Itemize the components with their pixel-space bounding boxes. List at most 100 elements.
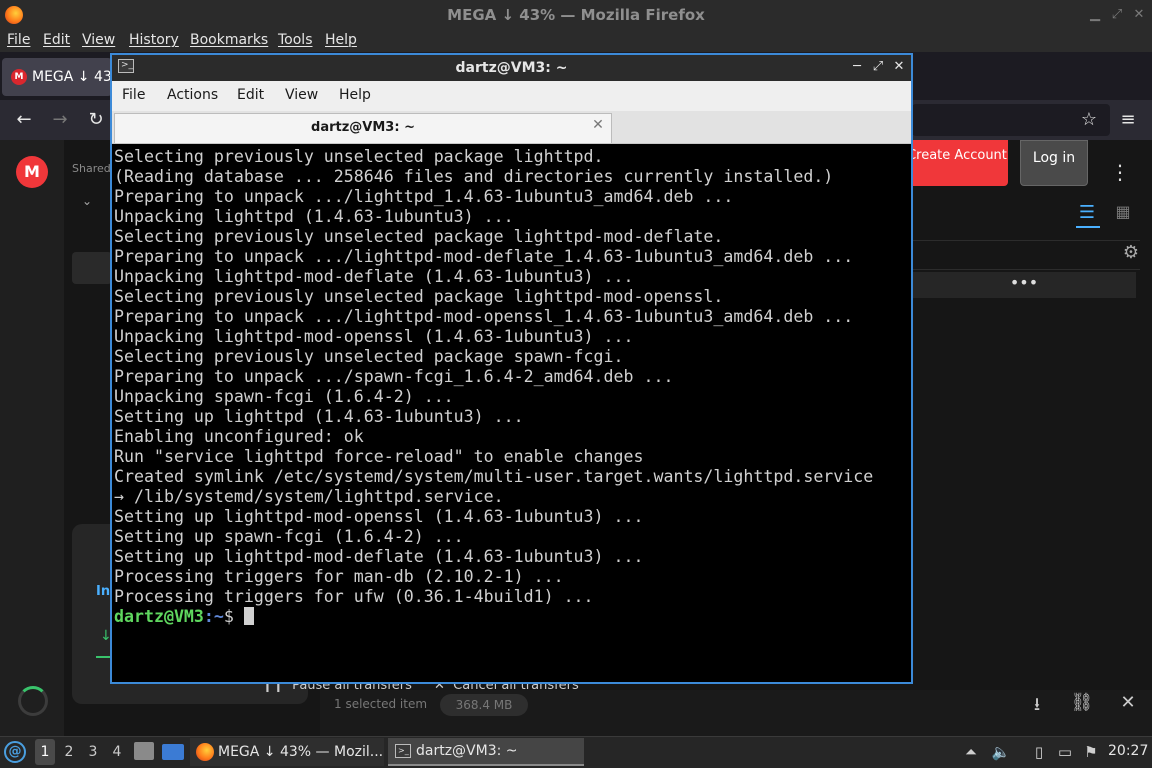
menu-file[interactable]: File bbox=[7, 32, 30, 48]
terminal-output[interactable]: Selecting previously unselected package … bbox=[112, 144, 911, 682]
selected-size-badge: 368.4 MB bbox=[440, 694, 528, 716]
login-button[interactable]: Log in bbox=[1020, 140, 1088, 186]
volume-icon[interactable]: 🔈 bbox=[990, 742, 1012, 762]
mega-sidebar-item[interactable] bbox=[72, 252, 112, 284]
reload-icon[interactable]: ↻ bbox=[84, 108, 108, 132]
terminal-line: Processing triggers for man-db (2.10.2-1… bbox=[114, 567, 564, 586]
minimize-icon[interactable]: ▁ bbox=[1086, 6, 1104, 24]
terminal-line: Setting up lighttpd-mod-deflate (1.4.63-… bbox=[114, 547, 644, 566]
terminal-minimize-icon[interactable]: ─ bbox=[848, 57, 866, 77]
workspace-3[interactable]: 3 bbox=[84, 744, 102, 760]
terminal-window-title: dartz@VM3: ~ bbox=[455, 60, 568, 76]
terminal-close-icon[interactable]: ✕ bbox=[890, 57, 908, 77]
terminal-line: Run "service lighttpd force-reload" to e… bbox=[114, 447, 644, 466]
grid-view-icon[interactable]: ▦ bbox=[1112, 202, 1134, 221]
taskbar-firefox-icon bbox=[196, 743, 214, 761]
terminal-menu-file[interactable]: File bbox=[122, 87, 145, 103]
tray-up-arrow-icon[interactable]: ⏶ bbox=[960, 742, 982, 762]
terminal-line: Preparing to unpack .../lighttpd-mod-ope… bbox=[114, 307, 854, 326]
taskbar-terminal-task[interactable]: dartz@VM3: ~ bbox=[388, 738, 584, 766]
menu-edit[interactable]: Edit bbox=[43, 32, 70, 48]
mega-logo-icon[interactable]: M bbox=[16, 156, 48, 188]
network-icon[interactable]: ▭ bbox=[1054, 742, 1076, 762]
terminal-app-icon: >_ bbox=[118, 59, 134, 73]
terminal-line: Created symlink /etc/systemd/system/mult… bbox=[114, 467, 874, 486]
workspace-2[interactable]: 2 bbox=[60, 744, 78, 760]
terminal-line: Selecting previously unselected package … bbox=[114, 347, 624, 366]
clock[interactable]: 20:27 bbox=[1108, 743, 1148, 759]
terminal-menu-edit[interactable]: Edit bbox=[237, 87, 264, 103]
taskbar-firefox-label: MEGA ↓ 43% — Mozil... bbox=[218, 744, 384, 760]
list-view-active-indicator bbox=[1076, 226, 1100, 228]
notification-icon[interactable]: ⚑ bbox=[1080, 742, 1102, 762]
terminal-menu-view[interactable]: View bbox=[285, 87, 318, 103]
workspace-1[interactable]: 1 bbox=[35, 739, 55, 765]
bookmark-star-icon[interactable]: ☆ bbox=[1077, 108, 1101, 132]
file-manager-icon[interactable] bbox=[134, 742, 154, 760]
terminal-cursor bbox=[243, 607, 254, 625]
terminal-menu-actions[interactable]: Actions bbox=[167, 87, 218, 103]
terminal-line: Enabling unconfigured: ok bbox=[114, 427, 364, 446]
mega-table-header bbox=[912, 240, 1140, 270]
list-view-icon[interactable]: ☰ bbox=[1076, 202, 1098, 223]
terminal-line: Processing triggers for ufw (0.36.1-4bui… bbox=[114, 587, 594, 606]
terminal-line: Setting up lighttpd (1.4.63-1ubuntu3) ..… bbox=[114, 407, 524, 426]
menu-bookmarks[interactable]: Bookmarks bbox=[190, 32, 268, 48]
link-icon[interactable]: ⛓ bbox=[1070, 692, 1094, 713]
terminal-line: Selecting previously unselected package … bbox=[114, 227, 724, 246]
terminal-line: → /lib/systemd/system/lighttpd.service. bbox=[114, 487, 504, 506]
terminal-line: Setting up spawn-fcgi (1.6.4-2) ... bbox=[114, 527, 464, 546]
terminal-prompt-line[interactable]: dartz@VM3:~$ bbox=[114, 607, 911, 627]
terminal-line: Preparing to unpack .../lighttpd_1.4.63-… bbox=[114, 187, 734, 206]
chevron-down-icon[interactable]: ⌄ bbox=[82, 194, 92, 208]
menu-help[interactable]: Help bbox=[325, 32, 357, 48]
firefox-titlebar: MEGA ↓ 43% — Mozilla Firefox bbox=[0, 0, 1152, 30]
menu-view[interactable]: View bbox=[82, 32, 115, 48]
terminal-line: Selecting previously unselected package … bbox=[114, 287, 724, 306]
clipboard-icon[interactable]: ▯ bbox=[1028, 742, 1050, 762]
terminal-line: Selecting previously unselected package … bbox=[114, 147, 604, 166]
terminal-line: Unpacking spawn-fcgi (1.6.4-2) ... bbox=[114, 387, 454, 406]
terminal-tab-close-icon[interactable]: ✕ bbox=[590, 117, 606, 133]
back-icon[interactable]: ← bbox=[12, 108, 36, 132]
menu-history[interactable]: History bbox=[129, 32, 179, 48]
mega-transfer-tab-label[interactable]: In bbox=[96, 584, 110, 599]
transfer-progress-spinner-icon[interactable] bbox=[18, 686, 48, 716]
selected-items-count: 1 selected item bbox=[334, 697, 428, 711]
download-icon[interactable]: ⭳ bbox=[1025, 692, 1049, 722]
mega-sidebar bbox=[0, 140, 64, 736]
more-vertical-icon[interactable]: ⋮ bbox=[1110, 158, 1130, 186]
terminal-menu-help[interactable]: Help bbox=[339, 87, 371, 103]
terminal-line: (Reading database ... 258646 files and d… bbox=[114, 167, 834, 186]
create-account-button[interactable]: Create Account bbox=[906, 140, 1008, 186]
terminal-tab[interactable]: dartz@VM3: ~ bbox=[114, 113, 612, 143]
terminal-line: Preparing to unpack .../spawn-fcgi_1.6.4… bbox=[114, 367, 674, 386]
firefox-tab-title: MEGA ↓ 43% bbox=[32, 69, 112, 85]
debian-swirl-icon[interactable]: @ bbox=[4, 741, 26, 763]
taskbar-terminal-label: dartz@VM3: ~ bbox=[416, 743, 518, 759]
forward-icon[interactable]: → bbox=[48, 108, 72, 132]
firefox-tab-mega[interactable]: M MEGA ↓ 43% bbox=[2, 58, 112, 96]
close-icon[interactable]: ✕ bbox=[1130, 6, 1148, 24]
firefox-window-title: MEGA ↓ 43% — Mozilla Firefox bbox=[447, 6, 705, 24]
prompt-user: dartz@VM3 bbox=[114, 607, 204, 626]
gear-icon[interactable]: ⚙ bbox=[1120, 242, 1142, 263]
taskbar-terminal-icon: >_ bbox=[395, 744, 411, 758]
terminal-line: Unpacking lighttpd (1.4.63-1ubuntu3) ... bbox=[114, 207, 514, 226]
terminal-line: Unpacking lighttpd-mod-deflate (1.4.63-1… bbox=[114, 267, 634, 286]
maximize-icon[interactable]: ⤢ bbox=[1108, 6, 1126, 24]
firefox-logo-icon bbox=[5, 6, 23, 24]
terminal-maximize-icon[interactable]: ⤢ bbox=[869, 57, 887, 77]
hamburger-menu-icon[interactable]: ≡ bbox=[1116, 108, 1140, 132]
close-selection-icon[interactable]: ✕ bbox=[1116, 692, 1140, 713]
terminal-tab-title: dartz@VM3: ~ bbox=[311, 120, 415, 135]
prompt-symbol: $ bbox=[223, 607, 244, 626]
menu-tools[interactable]: Tools bbox=[278, 32, 313, 48]
mega-shared-label: Shared bbox=[72, 162, 111, 175]
mega-file-row-menu[interactable]: ••• bbox=[912, 272, 1136, 298]
taskbar-firefox-task[interactable]: MEGA ↓ 43% — Mozil... bbox=[190, 738, 384, 766]
show-desktop-icon[interactable] bbox=[162, 744, 184, 760]
mega-favicon-icon: M bbox=[11, 69, 27, 85]
workspace-4[interactable]: 4 bbox=[108, 744, 126, 760]
terminal-line: Unpacking lighttpd-mod-openssl (1.4.63-1… bbox=[114, 327, 634, 346]
